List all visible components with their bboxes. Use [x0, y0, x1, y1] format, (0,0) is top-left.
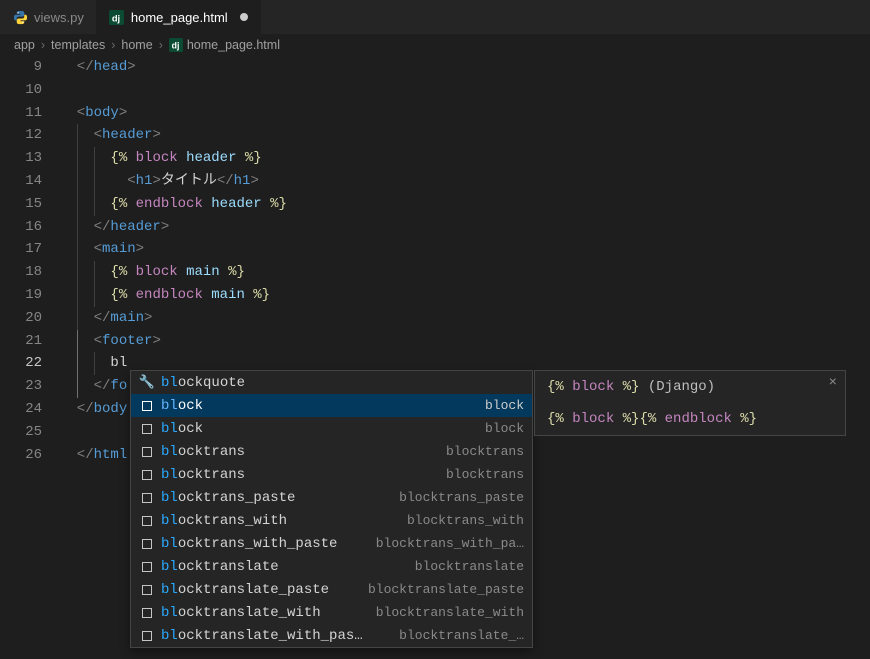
tab-label: home_page.html	[131, 10, 228, 25]
autocomplete-label: blocktranslate	[161, 559, 279, 575]
tab-bar: views.py dj home_page.html	[0, 0, 870, 34]
autocomplete-item[interactable]: blocktrans blocktrans	[131, 440, 532, 463]
autocomplete-item[interactable]: blocktrans blocktrans	[131, 463, 532, 486]
snippet-icon	[139, 628, 155, 644]
autocomplete-doc: × {% block %} (Django) {% block %}{% end…	[534, 370, 846, 436]
autocomplete-item[interactable]: blocktranslate_paste blocktranslate_paste	[131, 578, 532, 601]
breadcrumb-file[interactable]: home_page.html	[187, 38, 280, 52]
breadcrumb-part[interactable]: home	[121, 38, 152, 52]
code-editor[interactable]: 9101112 13141516 17181920 21222324 2526 …	[0, 56, 870, 659]
snippet-icon	[139, 398, 155, 414]
autocomplete-detail: block	[485, 421, 524, 436]
autocomplete-detail: blocktrans_with	[407, 513, 524, 528]
autocomplete-label: block	[161, 398, 203, 414]
snippet-icon	[139, 536, 155, 552]
chevron-right-icon: ›	[39, 38, 47, 52]
snippet-icon	[139, 490, 155, 506]
autocomplete-label: blocktrans	[161, 467, 245, 483]
django-icon: dj	[169, 38, 183, 52]
autocomplete-item[interactable]: blocktrans_with_paste blocktrans_with_pa…	[131, 532, 532, 555]
line-number-gutter: 9101112 13141516 17181920 21222324 2526	[0, 56, 60, 659]
autocomplete-detail: blocktranslate_…	[399, 628, 524, 643]
autocomplete-label: blocktranslate_with_pas…	[161, 628, 363, 644]
autocomplete-label: blocktrans	[161, 444, 245, 460]
breadcrumb-part[interactable]: app	[14, 38, 35, 52]
autocomplete-item[interactable]: blocktranslate_with_pas… blocktranslate_…	[131, 624, 532, 647]
svg-text:dj: dj	[112, 13, 120, 23]
autocomplete-detail: blocktrans	[446, 467, 524, 482]
breadcrumb: app › templates › home › dj home_page.ht…	[0, 34, 870, 56]
autocomplete-item[interactable]: blocktrans_paste blocktrans_paste	[131, 486, 532, 509]
autocomplete-label: blocktranslate_paste	[161, 582, 329, 598]
autocomplete-item[interactable]: blocktranslate blocktranslate	[131, 555, 532, 578]
autocomplete-detail: blocktranslate	[415, 559, 524, 574]
autocomplete-detail: blocktrans	[446, 444, 524, 459]
autocomplete-detail: blocktrans_paste	[399, 490, 524, 505]
autocomplete-item[interactable]: block block	[131, 394, 532, 417]
tab-label: views.py	[34, 10, 84, 25]
autocomplete-popup[interactable]: 🔧 blockquote block block block block blocktran…	[130, 370, 533, 648]
autocomplete-label: blocktrans_with	[161, 513, 287, 529]
autocomplete-item[interactable]: block block	[131, 417, 532, 440]
autocomplete-item[interactable]: 🔧 blockquote	[131, 371, 532, 394]
tab-home-page-html[interactable]: dj home_page.html	[97, 0, 261, 34]
autocomplete-detail: blocktranslate_paste	[368, 582, 524, 597]
autocomplete-detail: blocktrans_with_pa…	[376, 536, 524, 551]
autocomplete-detail: block	[485, 398, 524, 413]
close-icon[interactable]: ×	[829, 375, 837, 391]
breadcrumb-part[interactable]: templates	[51, 38, 105, 52]
tab-views-py[interactable]: views.py	[0, 0, 97, 34]
chevron-right-icon: ›	[157, 38, 165, 52]
snippet-icon	[139, 582, 155, 598]
autocomplete-label: blockquote	[161, 375, 245, 391]
autocomplete-item[interactable]: blocktranslate_with blocktranslate_with	[131, 601, 532, 624]
autocomplete-label: blocktranslate_with	[161, 605, 321, 621]
autocomplete-label: block	[161, 421, 203, 437]
property-icon: 🔧	[139, 375, 155, 391]
chevron-right-icon: ›	[109, 38, 117, 52]
python-icon	[12, 9, 28, 25]
snippet-icon	[139, 444, 155, 460]
snippet-icon	[139, 421, 155, 437]
django-icon: dj	[109, 9, 125, 25]
autocomplete-label: blocktrans_with_paste	[161, 536, 337, 552]
snippet-icon	[139, 605, 155, 621]
snippet-icon	[139, 559, 155, 575]
svg-text:dj: dj	[171, 41, 179, 51]
snippet-icon	[139, 513, 155, 529]
autocomplete-label: blocktrans_paste	[161, 490, 295, 506]
autocomplete-item[interactable]: blocktrans_with blocktrans_with	[131, 509, 532, 532]
unsaved-indicator-icon	[240, 13, 248, 21]
autocomplete-detail: blocktranslate_with	[376, 605, 524, 620]
snippet-icon	[139, 467, 155, 483]
